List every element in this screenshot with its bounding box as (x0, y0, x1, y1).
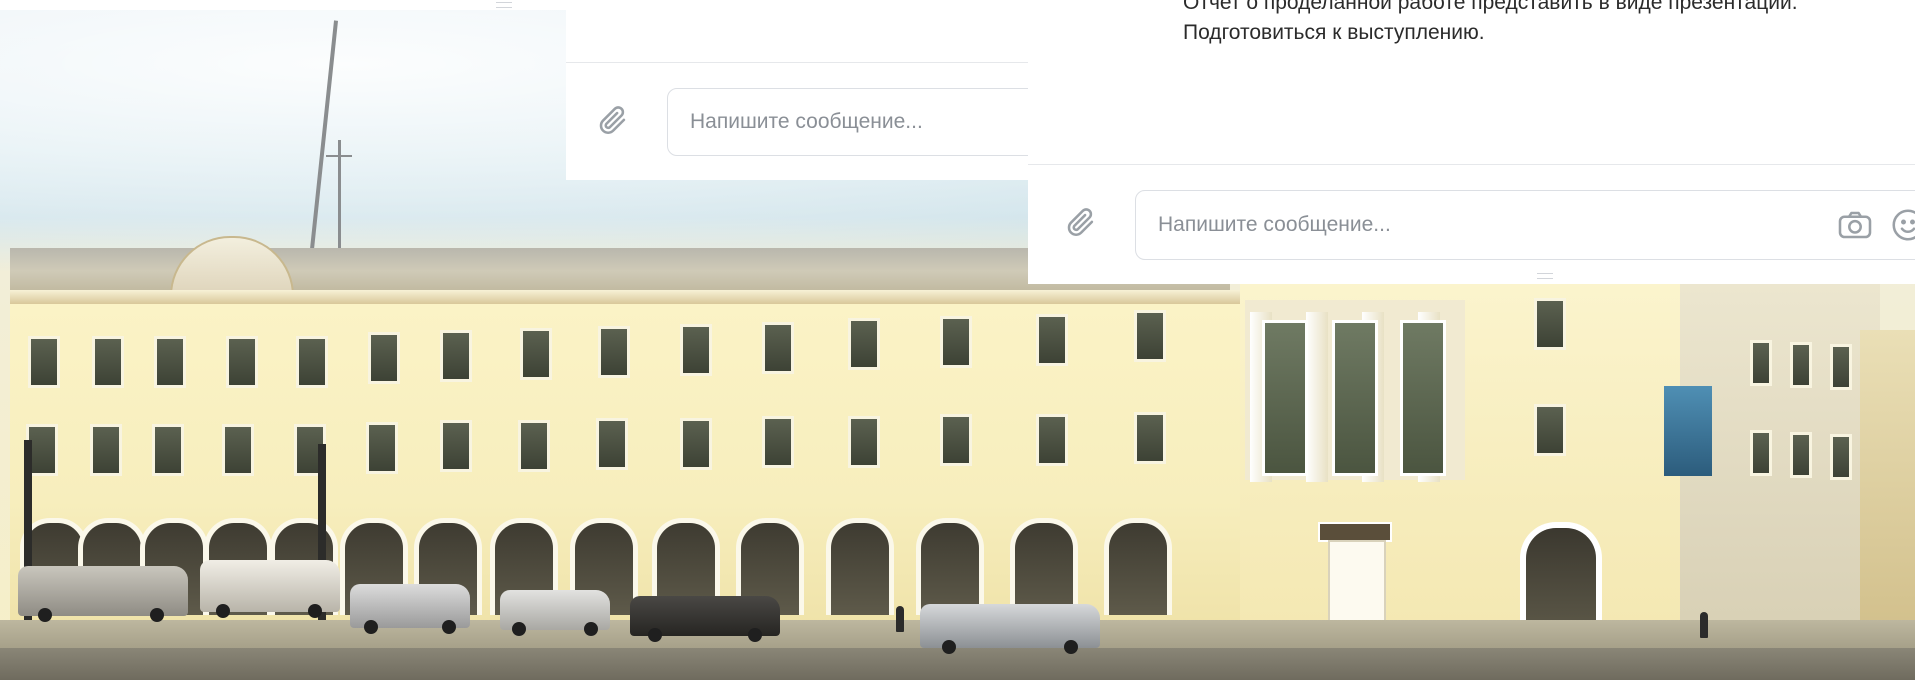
arched-window (1520, 522, 1602, 632)
cornice (10, 290, 1240, 304)
arched-window (1104, 518, 1172, 615)
window (222, 424, 254, 476)
window (1750, 340, 1772, 386)
window (226, 336, 258, 388)
window (596, 418, 628, 470)
window (1750, 430, 1772, 476)
window (92, 336, 124, 388)
divider (1028, 164, 1915, 165)
window (1830, 344, 1852, 390)
window (366, 422, 398, 474)
pedestrian (1700, 612, 1708, 638)
window (1830, 434, 1852, 480)
window (762, 416, 794, 468)
arched-window (826, 518, 894, 615)
window (762, 322, 794, 374)
window (1400, 320, 1446, 476)
door-sign (1318, 522, 1392, 542)
car (350, 584, 470, 634)
window (1134, 412, 1166, 464)
window (848, 318, 880, 370)
window (368, 332, 400, 384)
billboard (1664, 386, 1712, 476)
window (1036, 314, 1068, 366)
window (518, 420, 550, 472)
window (598, 326, 630, 378)
column (1306, 312, 1328, 482)
window (848, 416, 880, 468)
resize-grip[interactable] (1537, 273, 1553, 279)
message-input-right[interactable] (1135, 190, 1915, 260)
car (18, 566, 188, 622)
window (154, 336, 186, 388)
window (440, 330, 472, 382)
emoji-icon[interactable] (1886, 203, 1915, 247)
car (630, 596, 780, 642)
window (1534, 298, 1566, 350)
window (1790, 432, 1812, 478)
car (500, 590, 610, 636)
car (200, 560, 340, 618)
chat-panel-top-strip (0, 0, 566, 10)
arched-window (916, 518, 984, 615)
window (1534, 404, 1566, 456)
message-line: Отчет о проделанной работе представить в… (1183, 0, 1798, 14)
window (1134, 310, 1166, 362)
window (1262, 320, 1308, 476)
road (0, 648, 1915, 680)
camera-icon[interactable] (1833, 203, 1877, 247)
message-line: Подготовиться к выступлению. (1183, 21, 1485, 44)
message-input-left[interactable] (667, 88, 1042, 156)
window (940, 316, 972, 368)
window (152, 424, 184, 476)
neighbor-building (1860, 330, 1915, 630)
window (680, 324, 712, 376)
paperclip-icon[interactable] (1060, 202, 1104, 246)
window (1332, 320, 1378, 476)
window (296, 336, 328, 388)
window (28, 336, 60, 388)
window (940, 414, 972, 466)
divider (566, 62, 1030, 63)
arched-window (1010, 518, 1078, 615)
window (1036, 414, 1068, 466)
window (1790, 342, 1812, 388)
resize-grip[interactable] (496, 2, 512, 8)
car (920, 604, 1100, 654)
window (440, 420, 472, 472)
window (680, 418, 712, 470)
window (520, 328, 552, 380)
pedestrian (896, 606, 904, 632)
window (90, 424, 122, 476)
paperclip-icon[interactable] (592, 100, 636, 144)
antenna-bar (326, 155, 352, 157)
